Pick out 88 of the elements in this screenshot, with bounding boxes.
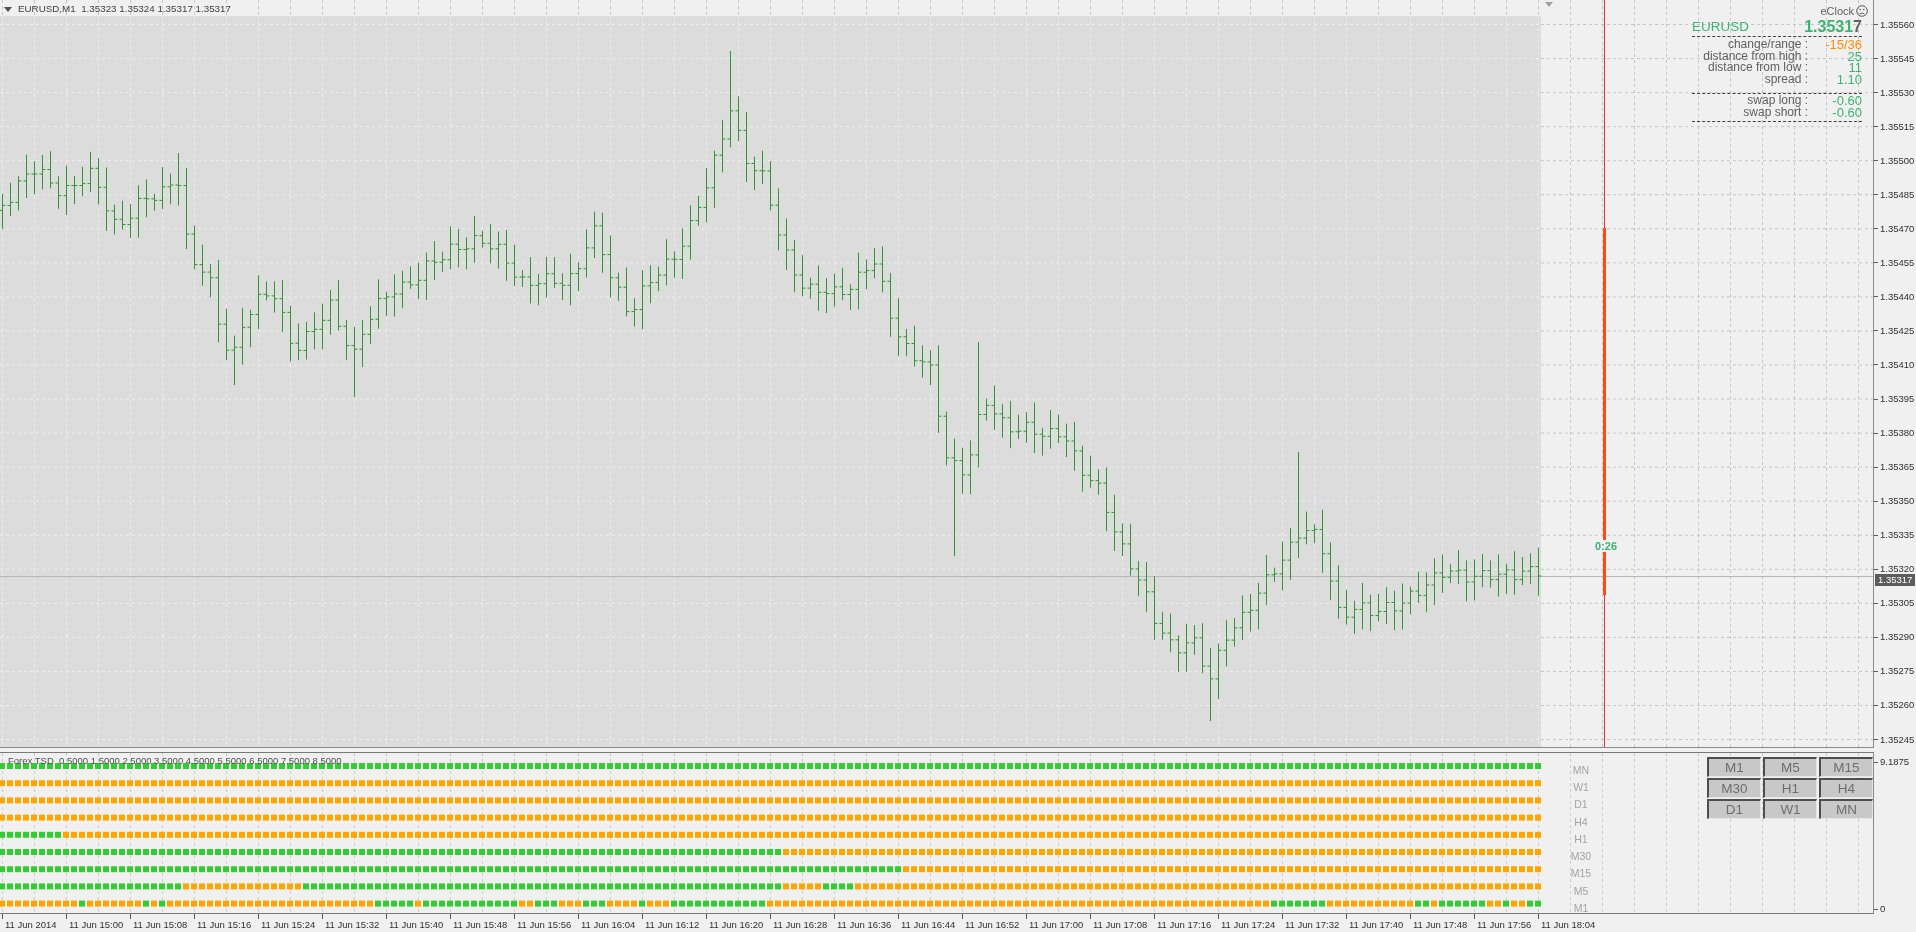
time-label: 11 Jun 15:32 [325,919,380,930]
shift-marker-icon[interactable] [1545,2,1553,7]
time-label: 11 Jun 18:04 [1541,919,1596,930]
timeframe-label: D1 [1574,798,1588,811]
info-label: distance from high : [1703,50,1808,62]
info-label: spread : [1764,73,1808,85]
time-label: 11 Jun 16:20 [709,919,764,930]
timeframe-label: M30 [1570,850,1592,863]
timeframe-button[interactable]: H1 [1763,778,1817,798]
time-label: 11 Jun 16:28 [773,919,828,930]
current-price-tag: 1.35317 [1875,574,1916,586]
time-label: 11 Jun 16:12 [645,919,700,930]
time-label: 11 Jun 15:40 [389,919,444,930]
price-label: 1.35455 [1880,256,1915,268]
time-label: 11 Jun 17:08 [1093,919,1148,930]
brand-label: eClock [1820,4,1854,17]
time-label: 11 Jun 2014 [5,919,57,930]
scale-label: 9.1875 [1880,756,1910,767]
timeframe-label: M1 [1573,902,1589,913]
info-value: 1.10 [1836,73,1862,85]
price-label: 1.35305 [1880,597,1915,609]
price-label: 1.35440 [1880,290,1915,302]
price-label: 1.35260 [1880,699,1915,711]
time-label: 11 Jun 15:24 [261,919,316,930]
info-value: -0.60 [1832,106,1862,118]
info-value: -0.60 [1832,95,1862,107]
time-label: 11 Jun 16:04 [581,919,636,930]
chart-title: EURUSD,M1 1.35323 1.35324 1.35317 1.35317 [18,3,231,15]
price-label: 1.35335 [1880,529,1915,541]
price-label: 1.35515 [1880,120,1915,132]
info-label: swap short : [1743,106,1808,118]
price-label: 1.35530 [1880,86,1915,98]
scale-label: 0 [1880,903,1886,914]
time-label: 11 Jun 17:16 [1157,919,1212,930]
timeframe-button[interactable]: H4 [1819,778,1873,798]
price-value: 1.35317 [1804,17,1862,36]
time-label: 11 Jun 15:16 [197,919,252,930]
collapse-triangle-icon[interactable] [4,6,12,12]
time-label: 11 Jun 17:00 [1029,919,1084,930]
time-label: 11 Jun 17:56 [1477,919,1532,930]
timeframe-label: H1 [1574,832,1588,845]
timeframe-button[interactable]: M1 [1707,757,1761,777]
price-label: 1.35290 [1880,631,1915,643]
symbol-label: EURUSD [1692,19,1749,34]
price-label: 1.35425 [1880,324,1915,336]
timeframe-label: MN [1572,763,1590,776]
info-value: -15/36 [1825,39,1862,51]
timeframe-label: H4 [1574,815,1588,828]
time-label: 11 Jun 15:48 [453,919,508,930]
price-label: 1.35485 [1880,188,1915,200]
price-label: 1.35350 [1880,495,1915,507]
price-label: 1.35500 [1880,154,1915,166]
sad-face-icon [1856,4,1868,17]
price-label: 1.35365 [1880,461,1915,473]
price-label: 1.35395 [1880,393,1915,405]
price-label: 1.35470 [1880,222,1915,234]
price-label: 1.35545 [1880,52,1915,64]
time-label: 11 Jun 15:00 [69,919,124,930]
timeframe-button[interactable]: MN [1819,799,1873,819]
time-label: 11 Jun 15:08 [133,919,188,930]
info-label: change/range : [1727,39,1808,51]
time-label: 11 Jun 16:36 [837,919,892,930]
info-value: 25 [1847,50,1862,62]
price-label: 1.35320 [1880,563,1915,575]
time-label: 11 Jun 17:40 [1349,919,1404,930]
info-label: distance from low : [1707,62,1808,74]
timeframe-button[interactable]: M30 [1707,778,1761,798]
price-label: 1.35380 [1880,427,1915,439]
timeframe-button[interactable]: M5 [1763,757,1817,777]
timeframe-button[interactable]: D1 [1707,799,1761,819]
countdown-text: 0:26 [1595,540,1618,552]
info-label: swap long : [1747,95,1808,107]
time-label: 11 Jun 16:44 [901,919,956,930]
price-label: 1.35275 [1880,665,1915,677]
price-label: 1.35560 [1880,18,1915,30]
timeframe-button[interactable]: M15 [1819,757,1873,777]
timeframe-label: M5 [1573,884,1589,897]
timeframe-button[interactable]: W1 [1763,799,1817,819]
timeframe-label: W1 [1573,780,1589,793]
time-label: 11 Jun 15:56 [517,919,572,930]
time-label: 11 Jun 16:52 [965,919,1020,930]
price-label: 1.35410 [1880,359,1915,370]
info-value: 11 [1848,62,1862,74]
time-label: 11 Jun 17:48 [1413,919,1468,930]
time-label: 11 Jun 17:32 [1285,919,1340,930]
timeframe-label: M15 [1570,867,1592,880]
time-label: 11 Jun 17:24 [1221,919,1276,930]
price-label: 1.35245 [1880,733,1915,745]
